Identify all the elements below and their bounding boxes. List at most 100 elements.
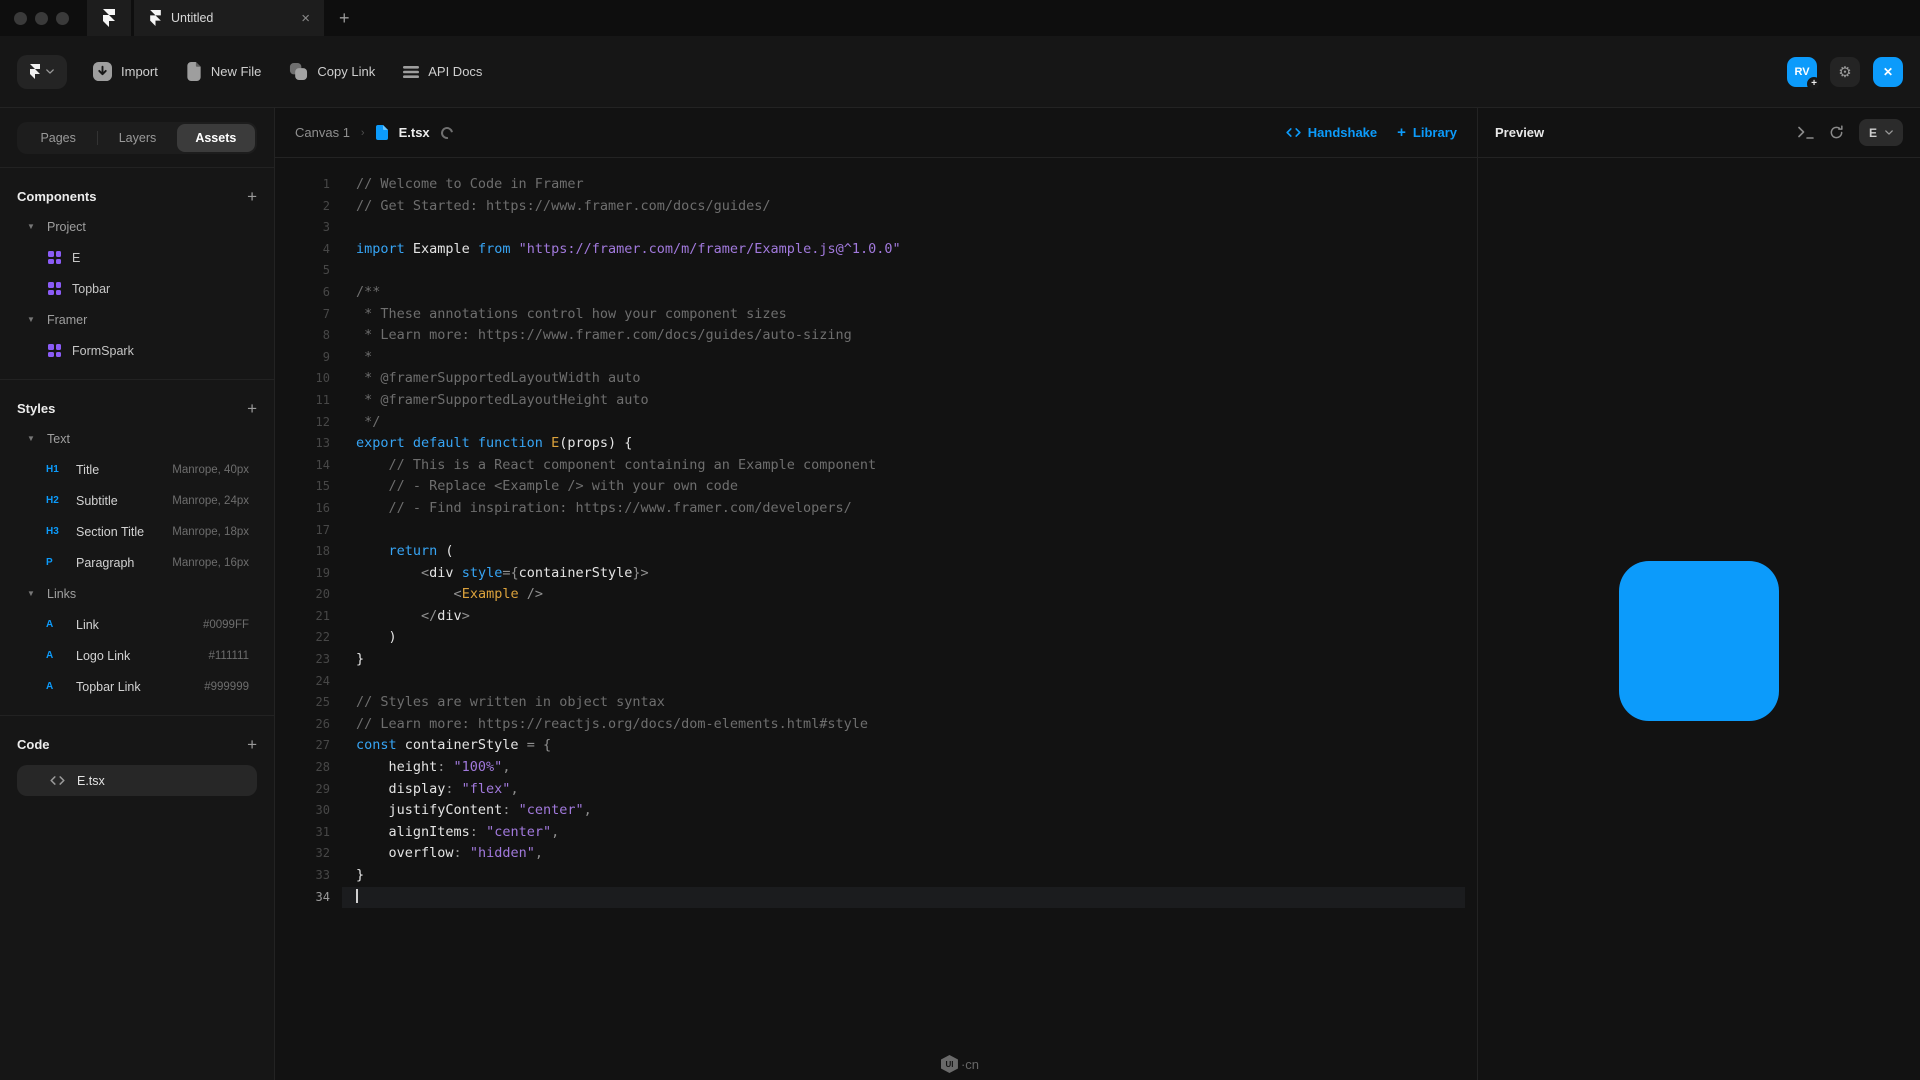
group-links-styles[interactable]: ▼ Links xyxy=(17,578,257,609)
code-line-4[interactable]: 4import Example from "https://framer.com… xyxy=(275,239,1477,261)
style-item-title[interactable]: H1 Title Manrope, 40px xyxy=(17,454,257,485)
tab-pages[interactable]: Pages xyxy=(19,124,97,152)
component-item-formspark[interactable]: FormSpark xyxy=(17,335,257,366)
line-content: * These annotations control how your com… xyxy=(342,304,1465,326)
add-component-button[interactable]: + xyxy=(247,188,257,205)
chevron-down-icon: ▼ xyxy=(27,589,36,598)
code-line-18[interactable]: 18 return ( xyxy=(275,541,1477,563)
style-item-topbar-link[interactable]: A Topbar Link #999999 xyxy=(17,671,257,702)
window-close-dot[interactable] xyxy=(14,12,27,25)
code-line-15[interactable]: 15 // - Replace <Example /> with your ow… xyxy=(275,476,1477,498)
group-framer[interactable]: ▼ Framer xyxy=(17,304,257,335)
code-line-3[interactable]: 3 xyxy=(275,217,1477,239)
line-content: return ( xyxy=(342,541,1465,563)
a-badge: A xyxy=(46,650,65,661)
code-line-27[interactable]: 27const containerStyle = { xyxy=(275,735,1477,757)
style-item-paragraph[interactable]: P Paragraph Manrope, 16px xyxy=(17,547,257,578)
code-line-25[interactable]: 25// Styles are written in object syntax xyxy=(275,692,1477,714)
add-style-button[interactable]: + xyxy=(247,400,257,417)
preview-target-dropdown[interactable]: E xyxy=(1859,119,1903,146)
style-value: Manrope, 16px xyxy=(172,557,257,569)
a-badge: A xyxy=(46,619,65,630)
group-text-styles[interactable]: ▼ Text xyxy=(17,423,257,454)
library-link[interactable]: + Library xyxy=(1397,124,1457,141)
user-avatar[interactable]: RV + xyxy=(1787,57,1817,87)
settings-button[interactable]: ⚙ xyxy=(1830,57,1860,87)
handshake-link[interactable]: Handshake xyxy=(1286,125,1377,140)
new-tab-button[interactable]: + xyxy=(324,0,365,36)
code-line-33[interactable]: 33} xyxy=(275,865,1477,887)
code-line-30[interactable]: 30 justifyContent: "center", xyxy=(275,800,1477,822)
close-project-button[interactable]: ✕ xyxy=(1873,57,1903,87)
style-item-link[interactable]: A Link #0099FF xyxy=(17,609,257,640)
api-docs-label: API Docs xyxy=(428,64,482,79)
project-tab[interactable]: Untitled × xyxy=(134,0,324,36)
refresh-icon[interactable] xyxy=(1829,125,1844,140)
code-line-6[interactable]: 6/** xyxy=(275,282,1477,304)
code-line-20[interactable]: 20 <Example /> xyxy=(275,584,1477,606)
gear-icon: ⚙ xyxy=(1838,63,1851,81)
watermark-text: ·cn xyxy=(961,1057,979,1072)
api-docs-button[interactable]: API Docs xyxy=(403,64,482,79)
line-number: 1 xyxy=(275,174,330,196)
close-icon: ✕ xyxy=(1883,65,1893,79)
code-line-12[interactable]: 12 */ xyxy=(275,412,1477,434)
code-line-7[interactable]: 7 * These annotations control how your c… xyxy=(275,304,1477,326)
styles-section: Styles + ▼ Text H1 Title Manrope, 40px H… xyxy=(0,393,274,702)
component-item-topbar[interactable]: Topbar xyxy=(17,273,257,304)
code-line-23[interactable]: 23} xyxy=(275,649,1477,671)
code-line-19[interactable]: 19 <div style={containerStyle}> xyxy=(275,563,1477,585)
code-line-1[interactable]: 1// Welcome to Code in Framer xyxy=(275,174,1477,196)
line-number: 26 xyxy=(275,714,330,736)
code-line-17[interactable]: 17 xyxy=(275,520,1477,542)
component-item-e[interactable]: E xyxy=(17,242,257,273)
new-file-button[interactable]: New File xyxy=(186,62,262,81)
code-line-21[interactable]: 21 </div> xyxy=(275,606,1477,628)
code-line-26[interactable]: 26// Learn more: https://reactjs.org/doc… xyxy=(275,714,1477,736)
code-line-2[interactable]: 2// Get Started: https://www.framer.com/… xyxy=(275,196,1477,218)
code-line-5[interactable]: 5 xyxy=(275,260,1477,282)
line-number: 13 xyxy=(275,433,330,455)
copy-link-button[interactable]: Copy Link xyxy=(289,62,375,81)
window-zoom-dot[interactable] xyxy=(56,12,69,25)
code-file-item-etsx[interactable]: E.tsx xyxy=(17,765,257,796)
code-line-28[interactable]: 28 height: "100%", xyxy=(275,757,1477,779)
code-line-14[interactable]: 14 // This is a React component containi… xyxy=(275,455,1477,477)
code-line-13[interactable]: 13export default function E(props) { xyxy=(275,433,1477,455)
add-code-file-button[interactable]: + xyxy=(247,736,257,753)
breadcrumb-file[interactable]: E.tsx xyxy=(399,125,430,140)
framer-menu-button[interactable] xyxy=(17,55,67,89)
line-content: * @framerSupportedLayoutWidth auto xyxy=(342,368,1465,390)
code-line-8[interactable]: 8 * Learn more: https://www.framer.com/d… xyxy=(275,325,1477,347)
code-line-16[interactable]: 16 // - Find inspiration: https://www.fr… xyxy=(275,498,1477,520)
code-line-11[interactable]: 11 * @framerSupportedLayoutHeight auto xyxy=(275,390,1477,412)
console-icon[interactable] xyxy=(1798,126,1814,139)
code-line-24[interactable]: 24 xyxy=(275,671,1477,693)
code-line-22[interactable]: 22 ) xyxy=(275,627,1477,649)
style-label: Paragraph xyxy=(76,556,161,570)
window-minimize-dot[interactable] xyxy=(35,12,48,25)
code-line-31[interactable]: 31 alignItems: "center", xyxy=(275,822,1477,844)
line-content: // Styles are written in object syntax xyxy=(342,692,1465,714)
code-line-9[interactable]: 9 * xyxy=(275,347,1477,369)
breadcrumb-canvas[interactable]: Canvas 1 xyxy=(295,125,350,140)
group-project[interactable]: ▼ Project xyxy=(17,211,257,242)
code-line-34[interactable]: 34 xyxy=(275,887,1477,909)
component-label: FormSpark xyxy=(72,344,134,358)
tab-layers[interactable]: Layers xyxy=(98,124,176,152)
file-icon xyxy=(376,125,388,140)
code-brackets-icon xyxy=(1286,128,1301,137)
line-content xyxy=(342,217,1465,239)
code-line-32[interactable]: 32 overflow: "hidden", xyxy=(275,843,1477,865)
style-item-logo-link[interactable]: A Logo Link #111111 xyxy=(17,640,257,671)
style-item-section-title[interactable]: H3 Section Title Manrope, 18px xyxy=(17,516,257,547)
code-line-29[interactable]: 29 display: "flex", xyxy=(275,779,1477,801)
tab-assets[interactable]: Assets xyxy=(177,124,255,152)
style-item-subtitle[interactable]: H2 Subtitle Manrope, 24px xyxy=(17,485,257,516)
code-line-10[interactable]: 10 * @framerSupportedLayoutWidth auto xyxy=(275,368,1477,390)
home-tab[interactable] xyxy=(87,0,131,36)
code-lines[interactable]: 1// Welcome to Code in Framer2// Get Sta… xyxy=(275,158,1477,1080)
style-value: Manrope, 18px xyxy=(172,526,257,538)
tab-close-icon[interactable]: × xyxy=(297,9,314,28)
import-button[interactable]: Import xyxy=(93,62,158,81)
